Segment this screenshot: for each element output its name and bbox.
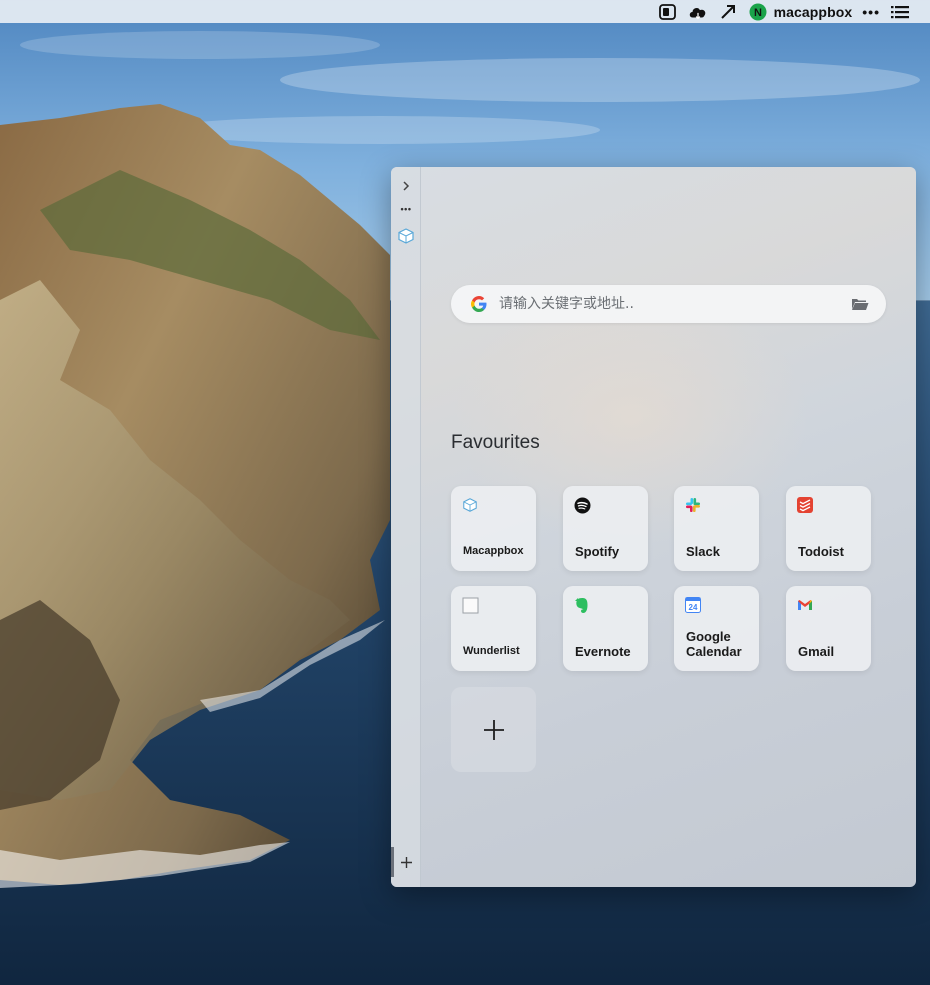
todoist-icon (796, 496, 814, 514)
google-icon (471, 296, 487, 312)
more-icon[interactable]: ••• (396, 200, 416, 218)
app-panel: ••• Favourites Ma (391, 167, 916, 887)
plus-icon (483, 719, 504, 740)
favourite-tile-gmail[interactable]: Gmail (786, 586, 871, 671)
arrow-icon[interactable] (718, 3, 738, 21)
tile-label: Gmail (798, 644, 835, 659)
list-icon[interactable] (890, 3, 910, 21)
favourite-tile-evernote[interactable]: Evernote (563, 586, 648, 671)
cloud-icon[interactable] (688, 3, 708, 21)
tile-label-line1: Google (686, 629, 731, 644)
avatar-letter: N (754, 7, 762, 19)
gmail-icon (796, 596, 814, 614)
sidebar-toggle-icon[interactable] (658, 3, 678, 21)
favourite-tile-slack[interactable]: Slack (674, 486, 759, 571)
menu-bar: N macappbox ••• (0, 0, 930, 23)
sidebar-active-indicator (391, 847, 394, 877)
more-icon[interactable]: ••• (862, 4, 880, 20)
slack-icon (684, 496, 702, 514)
sidebar: ••• (391, 167, 421, 887)
tile-label: Todoist (798, 544, 844, 559)
add-favourite-button[interactable] (451, 687, 536, 772)
evernote-icon (573, 596, 591, 614)
search-bar[interactable] (451, 285, 886, 323)
search-input[interactable] (499, 289, 850, 319)
user-menu[interactable]: N macappbox (748, 3, 853, 21)
plus-icon[interactable] (396, 853, 416, 871)
favourite-tile-google-calendar[interactable]: 24 Google Calendar (674, 586, 759, 671)
favourite-tile-spotify[interactable]: Spotify (563, 486, 648, 571)
tile-label: Google Calendar (686, 629, 742, 659)
spotify-icon (573, 496, 591, 514)
tile-label: Slack (686, 544, 720, 559)
wunderlist-icon (461, 596, 479, 614)
macappbox-icon (461, 496, 479, 514)
chevron-right-icon[interactable] (396, 177, 416, 195)
tile-label: Evernote (575, 644, 631, 659)
tile-label: Wunderlist (463, 645, 520, 657)
tile-label: Spotify (575, 544, 620, 559)
n-avatar-icon: N (748, 3, 768, 21)
calendar-day: 24 (689, 603, 698, 612)
tile-label-line2: Calendar (686, 644, 742, 659)
google-calendar-icon: 24 (684, 596, 702, 614)
username-label: macappbox (773, 3, 853, 20)
favourite-tile-wunderlist[interactable]: Wunderlist (451, 586, 536, 671)
favourite-tile-todoist[interactable]: Todoist (786, 486, 871, 571)
macappbox-icon[interactable] (396, 227, 416, 245)
favourites-title: Favourites (451, 432, 540, 453)
favourite-tile-macappbox[interactable]: Macappbox (451, 486, 536, 571)
folder-icon[interactable] (850, 295, 870, 313)
tile-label: Macappbox (463, 545, 524, 557)
